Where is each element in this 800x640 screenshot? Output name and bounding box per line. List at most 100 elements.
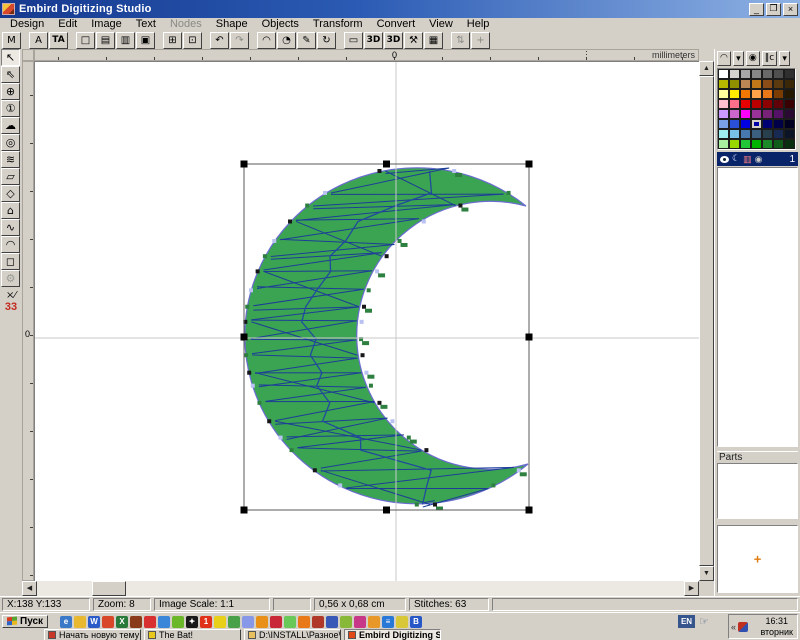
quick-launch-icon-9[interactable]	[172, 616, 184, 628]
quick-launch-icon-24[interactable]: ≡	[382, 616, 394, 628]
quick-launch-icon-10[interactable]: ✦	[186, 616, 198, 628]
task-window-button[interactable]: D:\INSTALL\Разное\Embird	[244, 629, 341, 640]
menu-view[interactable]: View	[423, 18, 459, 30]
zoom-1-1-tool[interactable]: ①	[1, 100, 20, 117]
quick-launch-icon-26[interactable]: B	[410, 616, 422, 628]
color-swatch[interactable]	[740, 89, 751, 99]
selection-handle[interactable]	[526, 334, 533, 341]
quick-launch-icon-11[interactable]: 1	[200, 616, 212, 628]
density-gauge-button[interactable]: ◔	[277, 32, 296, 49]
color-swatch[interactable]	[718, 79, 729, 89]
horizontal-scrollbar[interactable]: ◀ ▶	[22, 581, 699, 596]
outline-shape-tool[interactable]: ▱	[1, 168, 20, 185]
zoom-tool[interactable]: ⊕	[1, 83, 20, 100]
layer-row[interactable]: ☾ ▥ ◉ 1	[717, 152, 798, 166]
color-swatch[interactable]	[729, 69, 740, 79]
color-swatch[interactable]	[773, 99, 784, 109]
color-swatch[interactable]	[762, 119, 773, 129]
zigzag-tool[interactable]: ∿	[1, 219, 20, 236]
color-swatch[interactable]	[718, 89, 729, 99]
color-swatch[interactable]	[740, 79, 751, 89]
color-swatch[interactable]	[784, 79, 795, 89]
scroll-down-button[interactable]: ▼	[699, 566, 714, 581]
arc-tool[interactable]: ◠	[1, 236, 20, 253]
design-canvas[interactable]	[34, 61, 699, 581]
quick-launch-icon-2[interactable]	[74, 616, 86, 628]
tray-collapse-chevron[interactable]: «	[731, 622, 736, 632]
color-swatch[interactable]	[718, 109, 729, 119]
color-swatch[interactable]	[751, 129, 762, 139]
task-window-button[interactable]: Embird Digitizing Stud...	[344, 629, 441, 640]
quick-launch-icon-22[interactable]	[354, 616, 366, 628]
color-swatch[interactable]	[729, 89, 740, 99]
quick-launch-icon-7[interactable]	[144, 616, 156, 628]
export-image-button[interactable]: ⊡	[183, 32, 202, 49]
new-design-button[interactable]: □	[76, 32, 95, 49]
menu-design[interactable]: Design	[4, 18, 50, 30]
quick-launch-icon-20[interactable]	[326, 616, 338, 628]
quick-launch-icon-13[interactable]	[228, 616, 240, 628]
color-swatch[interactable]	[784, 129, 795, 139]
select-tool[interactable]: ↖	[1, 49, 20, 66]
quick-launch-icon-14[interactable]	[242, 616, 254, 628]
color-swatch[interactable]	[740, 119, 751, 129]
color-swatch[interactable]	[718, 99, 729, 109]
hoop-frame-button[interactable]: ▭	[344, 32, 363, 49]
color-swatch[interactable]	[729, 79, 740, 89]
quick-launch-icon-12[interactable]	[214, 616, 226, 628]
selection-handle[interactable]	[383, 161, 390, 168]
view-3d-stitches-button[interactable]: 3D	[384, 32, 403, 49]
selection-handle[interactable]	[241, 507, 248, 514]
menu-text[interactable]: Text	[130, 18, 162, 30]
quick-launch-icon-25[interactable]	[396, 616, 408, 628]
selection-handle[interactable]	[383, 507, 390, 514]
color-swatch[interactable]	[784, 99, 795, 109]
menu-help[interactable]: Help	[461, 18, 496, 30]
quick-launch-icon-6[interactable]	[130, 616, 142, 628]
vertical-scroll-thumb[interactable]	[699, 76, 714, 566]
quick-launch-icon-15[interactable]	[256, 616, 268, 628]
color-swatch[interactable]	[740, 69, 751, 79]
quick-launch-icon-5[interactable]: X	[116, 616, 128, 628]
tray-app-icon[interactable]	[738, 622, 748, 632]
quick-launch-icon-8[interactable]	[158, 616, 170, 628]
fill-type-button[interactable]: ◠	[717, 51, 731, 66]
curve-tool-button[interactable]: ◠	[257, 32, 276, 49]
color-swatch[interactable]	[762, 69, 773, 79]
color-swatch[interactable]	[762, 139, 773, 149]
thread-chart-button[interactable]: ‖c	[762, 51, 777, 66]
object-list[interactable]	[717, 167, 798, 447]
open-design-button[interactable]: ▤	[96, 32, 115, 49]
color-swatch[interactable]	[751, 89, 762, 99]
color-swatch[interactable]	[762, 109, 773, 119]
color-swatch[interactable]	[740, 109, 751, 119]
quick-launch-icon-16[interactable]	[270, 616, 282, 628]
save-design-button[interactable]: ▣	[136, 32, 155, 49]
color-swatch[interactable]	[762, 129, 773, 139]
color-swatch[interactable]	[729, 99, 740, 109]
parts-list[interactable]	[717, 463, 798, 519]
color-swatch[interactable]	[718, 69, 729, 79]
color-swatch[interactable]	[773, 129, 784, 139]
thread-chart-button-dropdown[interactable]: ▾	[779, 51, 790, 66]
color-swatch[interactable]	[729, 119, 740, 129]
selection-handle[interactable]	[526, 507, 533, 514]
stitch-generator-button[interactable]: ⚒	[404, 32, 423, 49]
color-swatch[interactable]	[762, 79, 773, 89]
color-swatch[interactable]	[718, 129, 729, 139]
start-button[interactable]: Пуск	[2, 615, 48, 628]
title-bar[interactable]: Embird Digitizing Studio _ ❐ ×	[0, 0, 800, 18]
color-swatch[interactable]	[773, 79, 784, 89]
close-button[interactable]: ×	[783, 3, 798, 16]
color-swatch[interactable]	[751, 119, 762, 129]
digitize-button[interactable]: ✎	[297, 32, 316, 49]
scroll-right-button[interactable]: ▶	[684, 581, 699, 596]
quick-launch-icon-21[interactable]	[340, 616, 352, 628]
manual-stitch-tool[interactable]: ◻	[1, 253, 20, 270]
visibility-eye-icon[interactable]	[720, 156, 729, 163]
selection-handle[interactable]	[526, 161, 533, 168]
quick-launch-icon-23[interactable]	[368, 616, 380, 628]
language-indicator[interactable]: EN	[678, 615, 695, 628]
fill-hole-tool[interactable]: ◎	[1, 134, 20, 151]
color-swatch[interactable]	[784, 139, 795, 149]
